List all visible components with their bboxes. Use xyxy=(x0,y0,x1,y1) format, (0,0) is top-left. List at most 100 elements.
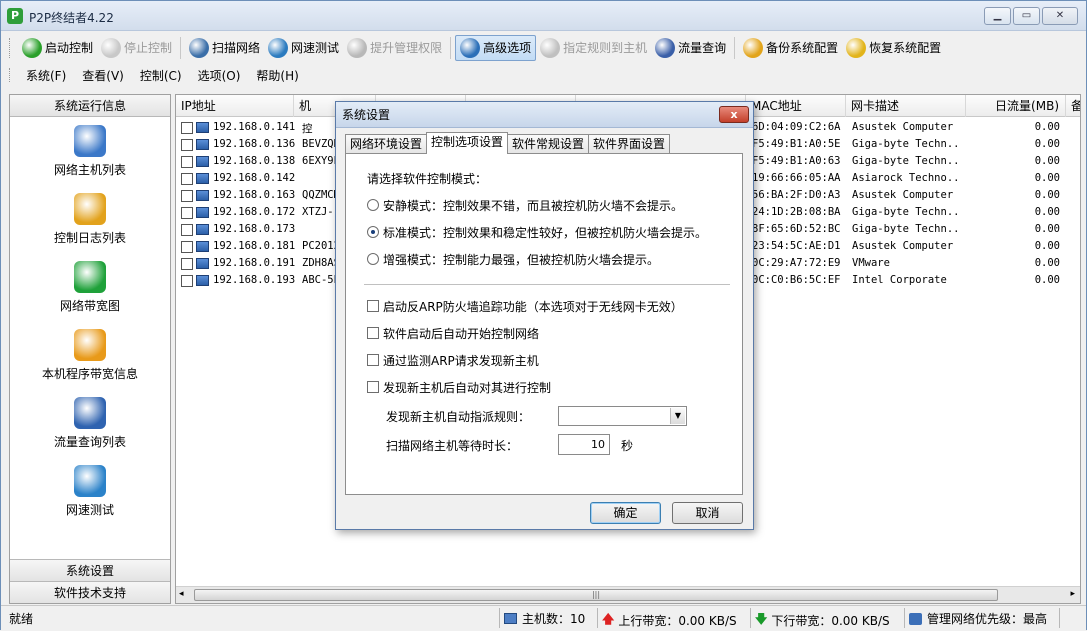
dialog-titlebar[interactable]: 系统设置 x xyxy=(336,102,753,128)
column-header-5[interactable]: MAC地址 xyxy=(746,95,846,117)
checkbox-auto-start-control[interactable] xyxy=(367,327,379,339)
cell-ip: 192.168.0.181 xyxy=(213,240,296,252)
column-header-0[interactable]: IP地址 xyxy=(176,95,294,117)
computer-icon xyxy=(196,224,209,235)
toolbar-button-0[interactable]: 启动控制 xyxy=(18,35,97,61)
radio-standard-mode[interactable] xyxy=(367,226,379,238)
row-checkbox[interactable] xyxy=(181,190,193,202)
computer-icon xyxy=(196,275,209,286)
sidebar-item-0[interactable]: 网络主机列表 xyxy=(10,125,170,178)
menu-item-0[interactable]: 系统(F) xyxy=(18,67,74,84)
menu-item-3[interactable]: 选项(O) xyxy=(190,67,249,84)
scroll-left-icon[interactable]: ◂ xyxy=(179,589,184,599)
radio-quiet-mode[interactable] xyxy=(367,199,379,211)
toolbar-button-2[interactable]: 扫描网络 xyxy=(185,35,264,61)
auto-start-label[interactable]: 软件启动后自动开始控制网络 xyxy=(383,325,539,342)
checkbox-auto-control-new[interactable] xyxy=(367,381,379,393)
dialog-close-button[interactable]: x xyxy=(719,106,749,123)
cell-ip: 192.168.0.142 xyxy=(213,172,296,184)
network-hosts-icon xyxy=(74,125,106,157)
toolbar-button-4[interactable]: 提升管理权限 xyxy=(343,35,446,61)
wait-time-input[interactable]: 10 xyxy=(558,434,610,455)
sidebar-item-3[interactable]: 本机程序带宽信息 xyxy=(10,329,170,382)
sidebar-item-label: 网络带宽图 xyxy=(59,299,120,313)
cell-mac: 8F:65:6D:52:BC xyxy=(752,223,841,235)
toolbar-separator xyxy=(734,36,736,59)
row-checkbox[interactable] xyxy=(181,139,193,151)
ok-button[interactable]: 确定 xyxy=(590,502,661,524)
cell-mac: F5:49:B1:A0:63 xyxy=(752,155,841,167)
checkbox-anti-arp[interactable] xyxy=(367,300,379,312)
toolbar-button-label: 指定规则到主机 xyxy=(563,41,648,55)
enhanced-mode-label[interactable]: 增强模式：控制能力最强，但被控机防火墙会提示。 xyxy=(383,251,659,268)
toolbar-button-label: 恢复系统配置 xyxy=(869,41,942,55)
row-checkbox[interactable] xyxy=(181,122,193,134)
toolbar-grip[interactable] xyxy=(9,37,12,58)
standard-mode-label[interactable]: 标准模式：控制效果和稳定性较好，但被控机防火墙会提示。 xyxy=(383,224,707,241)
toolbar-button-5[interactable]: 高级选项 xyxy=(455,34,537,61)
tab-1[interactable]: 控制选项设置 xyxy=(426,132,509,154)
tab-0[interactable]: 网络环境设置 xyxy=(345,134,428,154)
column-header-6[interactable]: 网卡描述 xyxy=(846,95,966,117)
sidebar-item-4[interactable]: 流量查询列表 xyxy=(10,397,170,450)
row-checkbox[interactable] xyxy=(181,241,193,253)
toolbar-button-1[interactable]: 停止控制 xyxy=(97,35,176,61)
toolbar-button-7[interactable]: 流量查询 xyxy=(651,35,730,61)
checkbox-arp-detect[interactable] xyxy=(367,354,379,366)
window-controls: ▁ ▭ ✕ xyxy=(984,7,1078,25)
column-header-7[interactable]: 日流量(MB) xyxy=(966,95,1066,117)
column-header-8[interactable]: 备 xyxy=(1066,95,1080,117)
row-checkbox[interactable] xyxy=(181,207,193,219)
sidebar-item-1[interactable]: 控制日志列表 xyxy=(10,193,170,246)
menubar-grip[interactable] xyxy=(9,68,12,82)
auto-control-new-label[interactable]: 发现新主机后自动对其进行控制 xyxy=(383,379,551,396)
maximize-button[interactable]: ▭ xyxy=(1013,7,1040,25)
menu-item-1[interactable]: 查看(V) xyxy=(74,67,132,84)
row-checkbox[interactable] xyxy=(181,156,193,168)
tab-3[interactable]: 软件界面设置 xyxy=(588,134,671,154)
quiet-mode-label[interactable]: 安静模式：控制效果不错，而且被控机防火墙不会提示。 xyxy=(383,197,683,214)
wait-label: 扫描网络主机等待时长： xyxy=(386,439,519,453)
toolbar-button-8[interactable]: 备份系统配置 xyxy=(739,35,842,61)
toolbar-button-9[interactable]: 恢复系统配置 xyxy=(842,35,945,61)
minimize-button[interactable]: ▁ xyxy=(984,7,1011,25)
anti-arp-label[interactable]: 启动反ARP防火墙追踪功能（本选项对于无线网卡无效） xyxy=(383,298,683,315)
network-priority: 管理网络优先级：最高 xyxy=(909,610,1047,627)
cell-flow: 0.00 xyxy=(1034,121,1060,133)
cell-mac: 0C:C0:B6:5C:EF xyxy=(752,274,841,286)
sidebar-item-label: 网络主机列表 xyxy=(53,163,126,177)
control-options-panel: 请选择软件控制模式： 安静模式：控制效果不错，而且被控机防火墙不会提示。 标准模… xyxy=(345,153,743,495)
horizontal-scrollbar[interactable]: ◂ ||| ▸ xyxy=(176,586,1080,603)
menu-item-2[interactable]: 控制(C) xyxy=(132,67,190,84)
app-logo-icon: P xyxy=(7,8,23,24)
sidebar-footer-0[interactable]: 系统设置 xyxy=(10,559,170,581)
gear-window-icon xyxy=(74,329,106,361)
cell-flow: 0.00 xyxy=(1034,138,1060,150)
sidebar-item-5[interactable]: 网速测试 xyxy=(10,465,170,518)
cell-mac: 56:BA:2F:D0:A3 xyxy=(752,189,841,201)
scrollbar-thumb[interactable]: ||| xyxy=(194,589,998,601)
sidebar-header[interactable]: 系统运行信息 xyxy=(10,95,170,117)
radio-enhanced-mode[interactable] xyxy=(367,253,379,265)
cell-mac: 24:1D:2B:08:BA xyxy=(752,206,841,218)
sidebar-item-label: 流量查询列表 xyxy=(53,435,126,449)
row-checkbox[interactable] xyxy=(181,224,193,236)
computer-icon xyxy=(196,156,209,167)
arrow-down-icon: 🡇 xyxy=(755,612,768,626)
cell-nic: Asustek Computer xyxy=(852,189,954,201)
sidebar-item-2[interactable]: 网络带宽图 xyxy=(10,261,170,314)
sidebar-footer-1[interactable]: 软件技术支持 xyxy=(10,581,170,603)
toolbar-button-6[interactable]: 指定规则到主机 xyxy=(536,35,651,61)
chevron-down-icon[interactable]: ▼ xyxy=(670,408,685,424)
row-checkbox[interactable] xyxy=(181,275,193,287)
menu-item-4[interactable]: 帮助(H) xyxy=(248,67,306,84)
row-checkbox[interactable] xyxy=(181,173,193,185)
close-button[interactable]: ✕ xyxy=(1042,7,1078,25)
cancel-button[interactable]: 取消 xyxy=(672,502,743,524)
toolbar-button-3[interactable]: 网速测试 xyxy=(264,35,343,61)
row-checkbox[interactable] xyxy=(181,258,193,270)
arp-detect-label[interactable]: 通过监测ARP请求发现新主机 xyxy=(383,352,539,369)
rule-select[interactable]: ▼ xyxy=(558,406,687,426)
scroll-right-icon[interactable]: ▸ xyxy=(1070,589,1075,599)
tab-2[interactable]: 软件常规设置 xyxy=(507,134,590,154)
